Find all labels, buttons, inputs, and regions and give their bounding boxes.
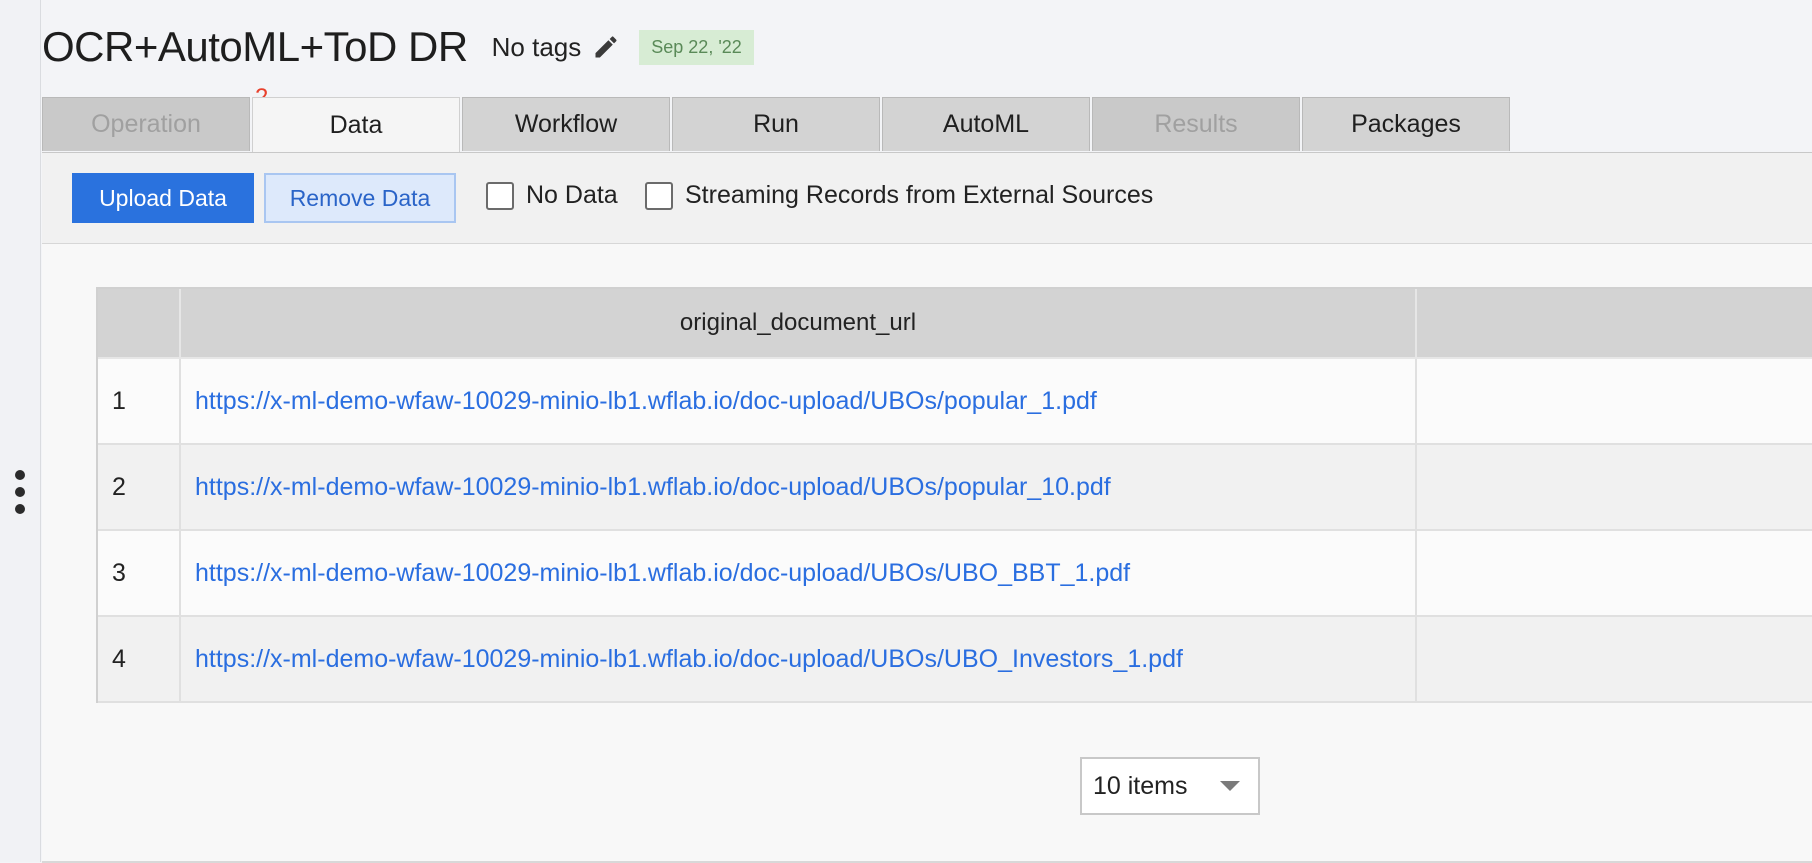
tags-label: No tags: [491, 31, 582, 62]
table-row: 1 https://x-ml-demo-wfaw-10029-minio-lb1…: [98, 358, 1812, 445]
tab-workflow[interactable]: Workflow: [462, 97, 670, 151]
row-index: 2: [98, 444, 181, 531]
page-size-value: 10 items: [1093, 771, 1188, 800]
empty-cell: [1416, 616, 1812, 703]
tab-run[interactable]: Run: [672, 97, 880, 151]
document-url-link[interactable]: https://x-ml-demo-wfaw-10029-minio-lb1.w…: [195, 473, 1111, 501]
empty-cell: [1416, 530, 1812, 617]
left-sidebar-strip: [0, 0, 41, 862]
empty-cell: [1416, 358, 1812, 445]
table-header-row: original_document_url: [98, 289, 1812, 359]
date-badge: Sep 22, '22: [639, 29, 754, 65]
column-header-original-document-url[interactable]: original_document_url: [180, 289, 1417, 359]
checkbox-box[interactable]: [486, 181, 514, 210]
data-panel: Upload Data Remove Data No Data Streamin…: [42, 152, 1812, 863]
checkbox-box[interactable]: [645, 181, 673, 210]
url-cell: https://x-ml-demo-wfaw-10029-minio-lb1.w…: [180, 358, 1417, 445]
pencil-icon[interactable]: [591, 32, 621, 62]
upload-data-button[interactable]: Upload Data: [72, 173, 254, 223]
no-data-label: No Data: [526, 181, 618, 209]
tab-bar: Operation Data Workflow Run AutoML Resul…: [42, 97, 1512, 153]
url-cell: https://x-ml-demo-wfaw-10029-minio-lb1.w…: [180, 530, 1417, 617]
row-index: 4: [98, 616, 181, 703]
page-title: OCR+AutoML+ToD DR: [42, 23, 468, 70]
chevron-down-icon[interactable]: [1220, 781, 1240, 791]
page-header: OCR+AutoML+ToD DR No tags Sep 22, '22: [42, 22, 754, 72]
streaming-records-checkbox[interactable]: Streaming Records from External Sources: [645, 181, 1153, 210]
no-data-checkbox[interactable]: No Data: [486, 181, 618, 210]
table-row: 3 https://x-ml-demo-wfaw-10029-minio-lb1…: [98, 530, 1812, 617]
page-size-select[interactable]: 10 items: [1080, 757, 1260, 815]
remove-data-button[interactable]: Remove Data: [264, 173, 456, 223]
row-index: 3: [98, 530, 181, 617]
data-toolbar: Upload Data Remove Data No Data Streamin…: [42, 153, 1812, 244]
data-table: original_document_url 1 https://x-ml-dem…: [96, 287, 1812, 703]
table-row: 4 https://x-ml-demo-wfaw-10029-minio-lb1…: [98, 616, 1812, 703]
tab-packages[interactable]: Packages: [1302, 97, 1510, 151]
empty-cell: [1416, 444, 1812, 531]
streaming-records-label: Streaming Records from External Sources: [685, 181, 1154, 209]
row-index: 1: [98, 358, 181, 445]
kebab-menu-icon[interactable]: [12, 470, 28, 514]
index-column-header: [98, 289, 181, 359]
document-url-link[interactable]: https://x-ml-demo-wfaw-10029-minio-lb1.w…: [195, 645, 1183, 673]
tab-results[interactable]: Results: [1092, 97, 1300, 151]
document-url-link[interactable]: https://x-ml-demo-wfaw-10029-minio-lb1.w…: [195, 559, 1130, 587]
tab-data[interactable]: Data: [252, 97, 460, 153]
url-cell: https://x-ml-demo-wfaw-10029-minio-lb1.w…: [180, 444, 1417, 531]
table-row: 2 https://x-ml-demo-wfaw-10029-minio-lb1…: [98, 444, 1812, 531]
document-url-link[interactable]: https://x-ml-demo-wfaw-10029-minio-lb1.w…: [195, 387, 1097, 415]
tab-automl[interactable]: AutoML: [882, 97, 1090, 151]
url-cell: https://x-ml-demo-wfaw-10029-minio-lb1.w…: [180, 616, 1417, 703]
tab-operation[interactable]: Operation: [42, 97, 250, 151]
empty-column-header: [1416, 289, 1812, 359]
